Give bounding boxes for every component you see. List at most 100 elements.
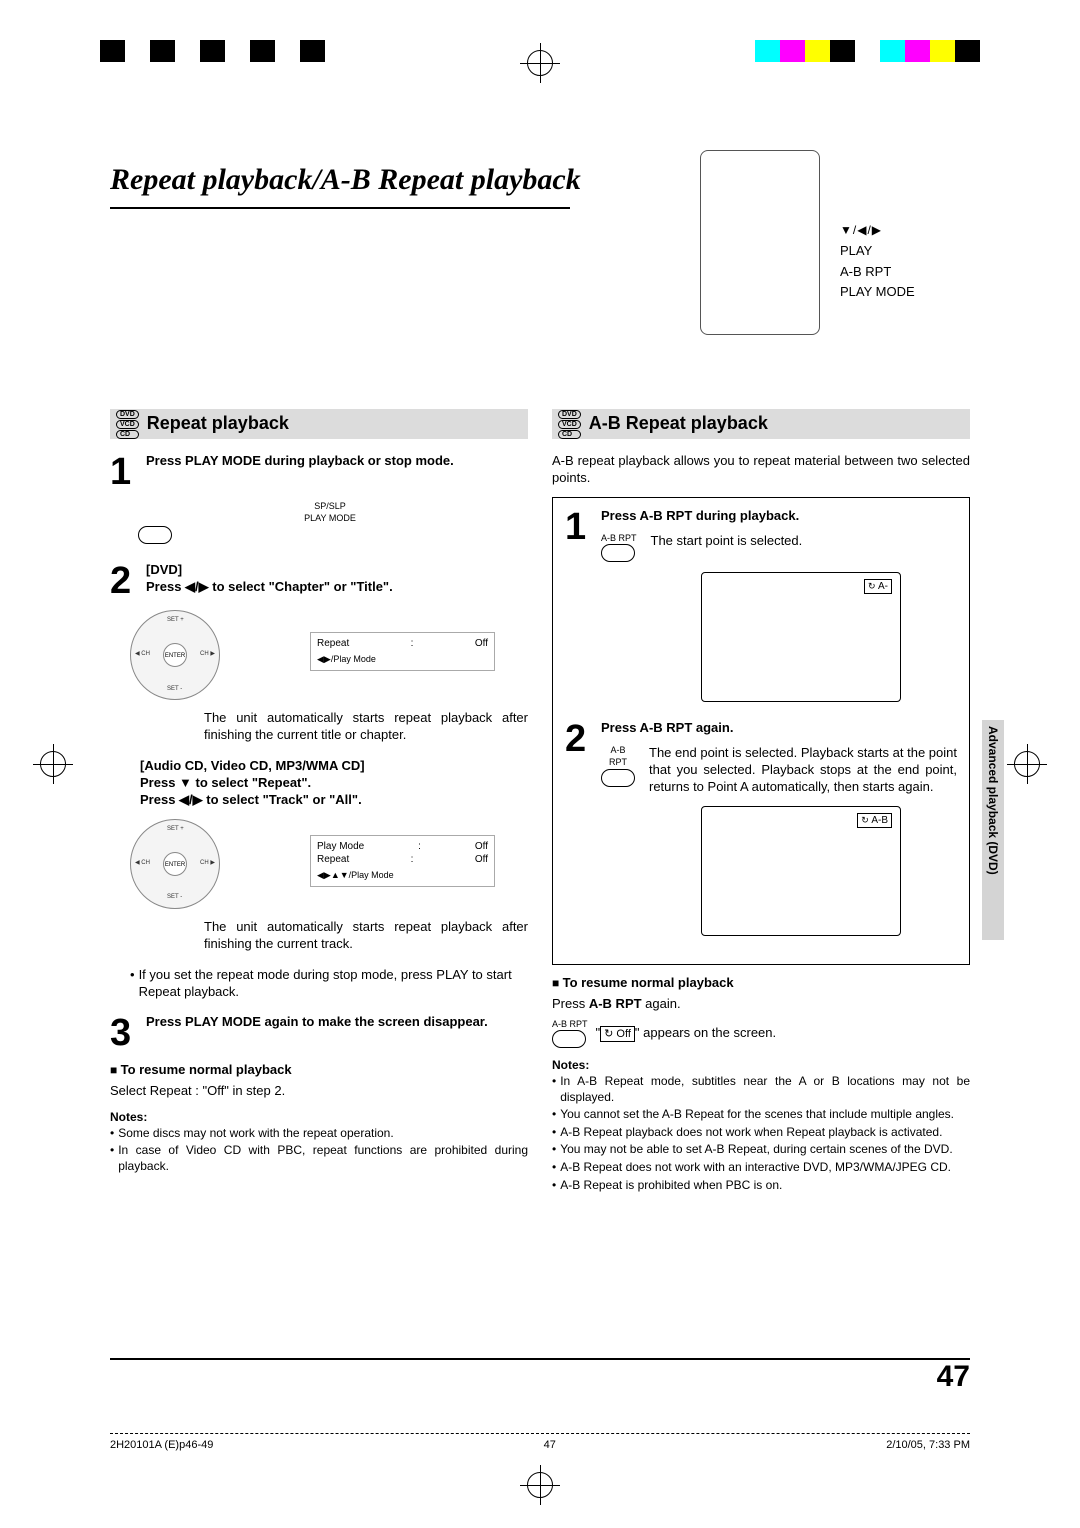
osd-box-2: Play Mode:Off Repeat:Off ◀▶▲▼/Play Mode — [310, 835, 495, 887]
page-num-underline — [110, 1358, 970, 1360]
side-tab: Advanced playback (DVD) — [982, 720, 1004, 940]
step-num-1: 1 — [110, 453, 138, 491]
step2-cd-instr2: Press ◀/▶ to select "Track" or "All". — [140, 792, 528, 809]
disc-vcd: VCD — [116, 420, 139, 429]
tv-screen-2: A-B — [701, 806, 901, 936]
footer-center: 47 — [544, 1438, 556, 1452]
step-2: 2 [DVD] Press ◀/▶ to select "Chapter" or… — [110, 562, 528, 600]
notes-head-left: Notes: — [110, 1110, 528, 1126]
ab-steps-box: 1 Press A-B RPT during playback. A-B RPT… — [552, 497, 970, 965]
col-repeat: DVD VCD CD Repeat playback 1 Press PLAY … — [110, 409, 528, 1195]
btn-cap-playmode: PLAY MODE — [132, 513, 528, 525]
footer-right: 2/10/05, 7:33 PM — [886, 1438, 970, 1452]
note-r6: A-B Repeat is prohibited when PBC is on. — [560, 1178, 782, 1194]
para-2: The unit automatically starts repeat pla… — [204, 919, 528, 953]
step2-dvd-label: [DVD] — [146, 562, 528, 579]
off-line: A-B RPT "Off" appears on the screen. — [552, 1019, 970, 1049]
note-r2: You cannot set the A-B Repeat for the sc… — [560, 1107, 954, 1123]
page-title: Repeat playback/A-B Repeat playback — [110, 160, 970, 199]
ab-step1-head: Press A-B RPT during playback. — [601, 508, 957, 525]
step-1: 1 Press PLAY MODE during playback or sto… — [110, 453, 528, 491]
section-title: Repeat playback — [147, 412, 289, 435]
note-l1: Some discs may not work with the repeat … — [118, 1126, 393, 1142]
reg-bar-bw — [100, 40, 325, 62]
osd1-hint: ◀▶/Play Mode — [317, 654, 488, 666]
ab-step1-text: The start point is selected. — [651, 533, 803, 550]
page-content: Repeat playback/A-B Repeat playback PLAY… — [110, 160, 970, 1408]
tv2-corner: A-B — [857, 813, 892, 828]
crosshair-left — [40, 751, 66, 777]
crosshair-right — [1014, 751, 1040, 777]
note-r5: A-B Repeat does not work with an interac… — [560, 1160, 951, 1176]
remote-illustration — [700, 150, 820, 335]
col-ab-repeat: DVD VCD CD A-B Repeat playback A-B repea… — [552, 409, 970, 1195]
step2-dvd-instr: Press ◀/▶ to select "Chapter" or "Title"… — [146, 579, 528, 596]
footer: 2H20101A (E)p46-49 47 2/10/05, 7:33 PM — [110, 1433, 970, 1452]
step2-cd-instr1: Press ▼ to select "Repeat". — [140, 775, 528, 792]
section-bar-repeat: DVD VCD CD Repeat playback — [110, 409, 528, 439]
section-bar-ab: DVD VCD CD A-B Repeat playback — [552, 409, 970, 439]
ab-btn2-cap: A-B RPT — [601, 745, 635, 768]
resume-body-left: Select Repeat : "Off" in step 2. — [110, 1083, 528, 1100]
crosshair-top — [527, 50, 553, 76]
step-num-2: 2 — [110, 562, 138, 600]
step2-cd-label: [Audio CD, Video CD, MP3/WMA CD] — [140, 758, 528, 775]
ab-step-num-1: 1 — [565, 508, 593, 703]
disc-dvd: DVD — [116, 410, 139, 419]
resume-head-right: To resume normal playback — [552, 975, 970, 992]
resume-head-left: To resume normal playback — [110, 1062, 528, 1079]
footer-left: 2H20101A (E)p46-49 — [110, 1438, 213, 1452]
nav-enter: ENTER — [163, 643, 187, 667]
section-title-r: A-B Repeat playback — [589, 412, 768, 435]
tv1-corner: A- — [864, 579, 892, 594]
remote-labels: PLAY A-B RPT PLAY MODE — [840, 220, 970, 303]
ab-btn2-icon — [601, 769, 635, 787]
ab-btn3-icon — [552, 1030, 586, 1048]
ab-step2-text: The end point is selected. Playback star… — [649, 745, 957, 796]
step-num-3: 3 — [110, 1014, 138, 1052]
step1-text: Press PLAY MODE during playback or stop … — [146, 453, 528, 470]
crosshair-bottom — [527, 1472, 553, 1498]
ab-btn1-cap: A-B RPT — [601, 533, 637, 545]
ab-intro: A-B repeat playback allows you to repeat… — [552, 453, 970, 487]
disc-icons: DVD VCD CD — [116, 410, 139, 439]
tv-screen-1: A- — [701, 572, 901, 702]
remote-button-icon — [138, 526, 172, 544]
title-underline — [110, 207, 570, 209]
osd1-k: Repeat — [317, 637, 349, 650]
note-r4: You may not be able to set A-B Repeat, d… — [560, 1142, 952, 1158]
step3-text: Press PLAY MODE again to make the screen… — [146, 1014, 528, 1031]
note-l2: In case of Video CD with PBC, repeat fun… — [118, 1143, 528, 1174]
ab-step-num-2: 2 — [565, 720, 593, 936]
nav-pad-icon: ENTER SET + SET - ◀ CH CH ▶ — [130, 610, 220, 700]
page-number: 47 — [937, 1357, 970, 1396]
para-1: The unit automatically starts repeat pla… — [204, 710, 528, 744]
note-r3: A-B Repeat playback does not work when R… — [560, 1125, 942, 1141]
ab-btn1-icon — [601, 544, 635, 562]
step-3: 3 Press PLAY MODE again to make the scre… — [110, 1014, 528, 1052]
disc-icons-r: DVD VCD CD — [558, 410, 581, 439]
remote-label-playmode: PLAY MODE — [840, 282, 970, 303]
btn-cap-spslp: SP/SLP — [132, 501, 528, 513]
remote-label-abrpt: A-B RPT — [840, 262, 970, 283]
ab-btn3-cap: A-B RPT — [552, 1019, 588, 1031]
disc-cd: CD — [116, 430, 139, 439]
remote-label-arrows — [840, 220, 970, 241]
notes-list-right: In A-B Repeat mode, subtitles near the A… — [552, 1074, 970, 1193]
osd2-hint: ◀▶▲▼/Play Mode — [317, 870, 488, 882]
remote-label-play: PLAY — [840, 241, 970, 262]
resume-body-right: Press A-B RPT again. — [552, 996, 970, 1013]
reg-bar-color — [755, 40, 980, 62]
ab-step-2: 2 Press A-B RPT again. A-B RPT The end p… — [565, 720, 957, 936]
notes-list-left: Some discs may not work with the repeat … — [110, 1126, 528, 1175]
ab-step2-head: Press A-B RPT again. — [601, 720, 957, 737]
notes-head-right: Notes: — [552, 1058, 970, 1074]
side-tab-text: Advanced playback (DVD) — [984, 726, 1000, 875]
osd-box-1: Repeat:Off ◀▶/Play Mode — [310, 632, 495, 671]
ab-step-1: 1 Press A-B RPT during playback. A-B RPT… — [565, 508, 957, 703]
off-indicator: Off — [600, 1026, 635, 1042]
note-r1: In A-B Repeat mode, subtitles near the A… — [560, 1074, 970, 1105]
nav-pad-icon-2: ENTER SET + SET - ◀ CH CH ▶ — [130, 819, 220, 909]
tip-1: If you set the repeat mode during stop m… — [139, 967, 528, 1001]
osd1-v: Off — [475, 637, 488, 650]
